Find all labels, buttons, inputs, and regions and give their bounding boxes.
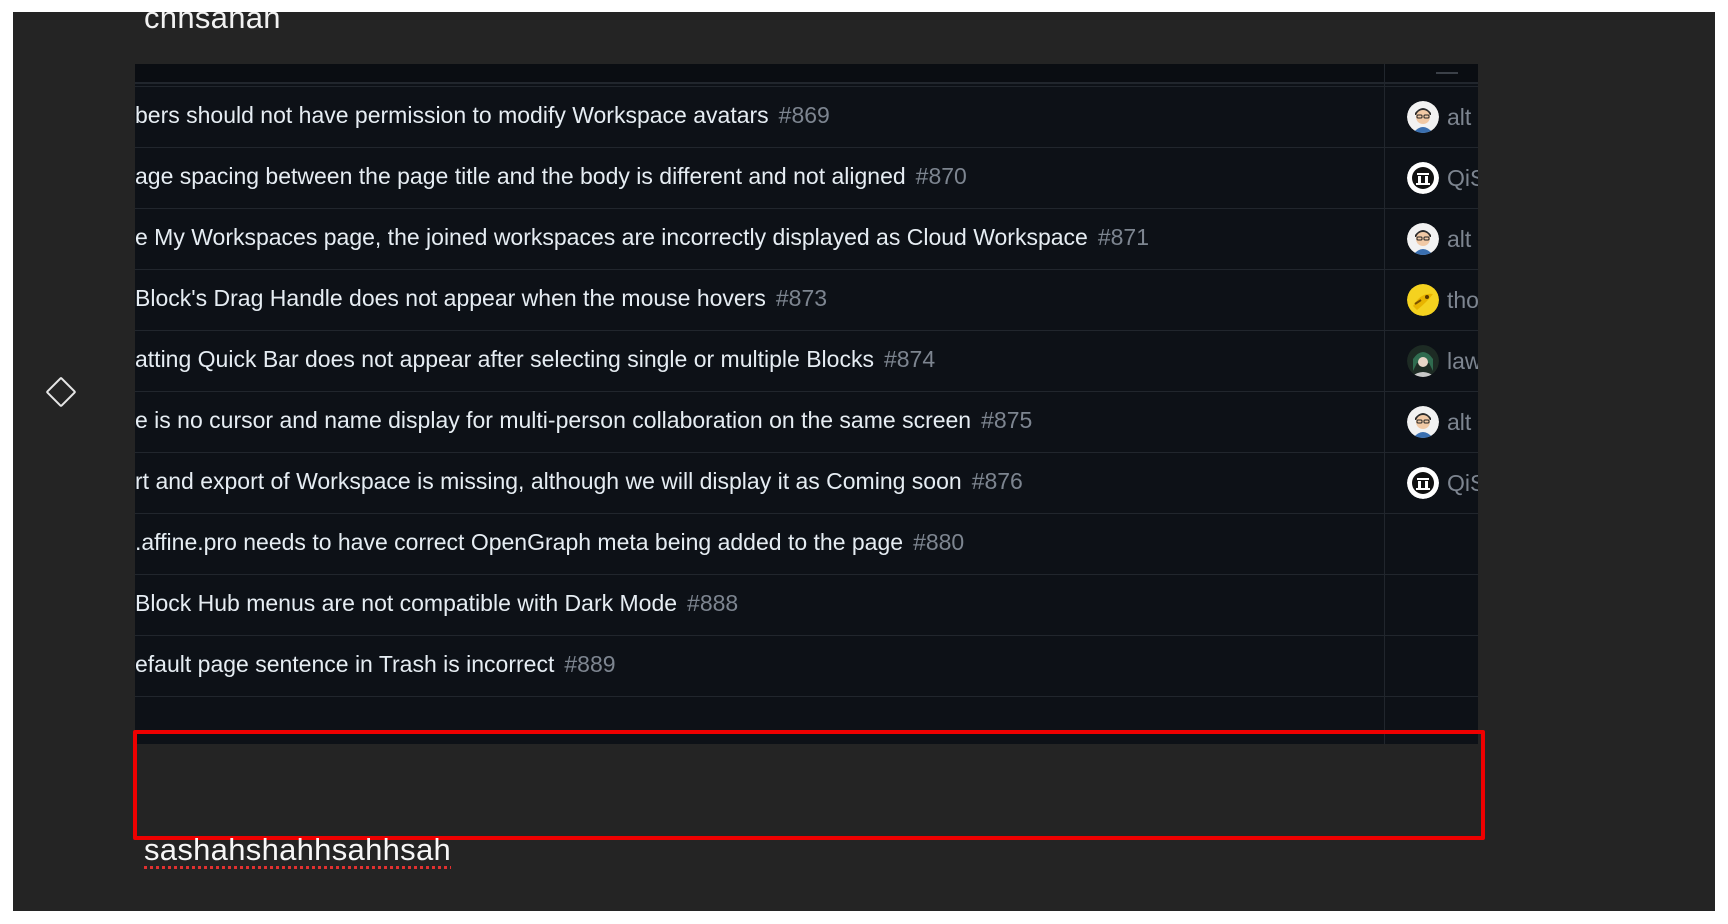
issue-title-link[interactable]: atting Quick Bar does not appear after s… [135, 346, 935, 373]
issue-title-text[interactable]: bers should not have permission to modif… [135, 102, 769, 128]
issue-table-header [135, 64, 1478, 84]
issue-title-text[interactable]: .affine.pro needs to have correct OpenGr… [135, 529, 903, 555]
issue-row[interactable]: .affine.pro needs to have correct OpenGr… [135, 513, 1478, 574]
issue-row[interactable]: efault page sentence in Trash is incorre… [135, 635, 1478, 696]
issue-title-link[interactable]: .affine.pro needs to have correct OpenGr… [135, 529, 964, 556]
issue-number[interactable]: #880 [913, 529, 964, 555]
issue-title-text[interactable]: rt and export of Workspace is missing, a… [135, 468, 962, 494]
issue-title-text[interactable]: Block Hub menus are not compatible with … [135, 590, 677, 616]
issue-number[interactable]: #870 [916, 163, 967, 189]
issue-title-link[interactable]: e My Workspaces page, the joined workspa… [135, 224, 1149, 251]
issue-number[interactable]: #874 [884, 346, 935, 372]
issue-assignee[interactable]: alt [1407, 222, 1471, 256]
assignee-name[interactable]: QiS [1447, 470, 1478, 497]
header-fragment [1436, 66, 1458, 74]
issue-title-link[interactable]: age spacing between the page title and t… [135, 163, 967, 190]
avatar-logo-badge-icon [1407, 162, 1439, 194]
issue-assignee[interactable]: alt [1407, 405, 1471, 439]
issue-row[interactable]: Block's Drag Handle does not appear when… [135, 269, 1478, 330]
embedded-issue-list: bers should not have permission to modif… [135, 64, 1478, 744]
issue-row[interactable]: e My Workspaces page, the joined workspa… [135, 208, 1478, 269]
issue-title-text[interactable]: age spacing between the page title and t… [135, 163, 906, 189]
issue-title-link[interactable]: Block's Drag Handle does not appear when… [135, 285, 827, 312]
issue-title-link[interactable]: Block Hub menus are not compatible with … [135, 590, 738, 617]
issue-number[interactable]: #888 [687, 590, 738, 616]
issue-title-link[interactable]: rt and export of Workspace is missing, a… [135, 468, 1023, 495]
issue-row[interactable]: e is no cursor and name display for mult… [135, 391, 1478, 452]
diamond-icon[interactable] [45, 376, 77, 408]
issue-title-text[interactable]: atting Quick Bar does not appear after s… [135, 346, 874, 372]
assignee-name[interactable]: alt [1447, 226, 1471, 253]
issue-title-text[interactable]: e is no cursor and name display for mult… [135, 407, 971, 433]
issue-title-link[interactable]: bers should not have permission to modif… [135, 102, 830, 129]
issue-number[interactable]: #875 [981, 407, 1032, 433]
avatar-glasses-man-icon [1407, 406, 1439, 438]
issue-title-text[interactable]: e My Workspaces page, the joined workspa… [135, 224, 1088, 250]
editor-text-block-top[interactable]: chhsahah [144, 12, 281, 36]
issue-row[interactable]: Block Hub menus are not compatible with … [135, 574, 1478, 635]
issue-row[interactable]: bers should not have permission to modif… [135, 86, 1478, 147]
avatar-logo-badge-icon [1407, 467, 1439, 499]
issue-title-text[interactable]: efault page sentence in Trash is incorre… [135, 651, 554, 677]
issue-assignee[interactable]: tho [1407, 283, 1478, 317]
issue-title-text[interactable]: Block's Drag Handle does not appear when… [135, 285, 766, 311]
selection-highlight-box [133, 730, 1485, 840]
editor-text-block-bottom[interactable]: sashahshahhsahhsah [144, 832, 451, 868]
assignee-name[interactable]: alt [1447, 104, 1471, 131]
issue-number[interactable]: #876 [972, 468, 1023, 494]
assignee-name[interactable]: law [1447, 348, 1478, 375]
issue-number[interactable]: #873 [776, 285, 827, 311]
issue-row[interactable]: atting Quick Bar does not appear after s… [135, 330, 1478, 391]
assignee-name[interactable]: alt [1447, 409, 1471, 436]
issue-title-link[interactable]: efault page sentence in Trash is incorre… [135, 651, 616, 678]
issue-title-link[interactable]: e is no cursor and name display for mult… [135, 407, 1032, 434]
editor-canvas: chhsahah bers should not have permission… [13, 12, 1715, 911]
issue-assignee[interactable]: QiS [1407, 466, 1478, 500]
avatar-glasses-man-icon [1407, 101, 1439, 133]
avatar-anime-character-icon [1407, 345, 1439, 377]
issue-row[interactable]: age spacing between the page title and t… [135, 147, 1478, 208]
issue-number[interactable]: #889 [564, 651, 615, 677]
issue-number[interactable]: #871 [1098, 224, 1149, 250]
issue-assignee[interactable]: law [1407, 344, 1478, 378]
issue-row[interactable]: rt and export of Workspace is missing, a… [135, 452, 1478, 513]
assignee-name[interactable]: tho [1447, 287, 1478, 314]
avatar-yellow-cartoon-icon [1407, 284, 1439, 316]
avatar-glasses-man-icon [1407, 223, 1439, 255]
issue-assignee[interactable]: QiS [1407, 161, 1478, 195]
issue-number[interactable]: #869 [779, 102, 830, 128]
assignee-name[interactable]: QiS [1447, 165, 1478, 192]
issue-assignee[interactable]: alt [1407, 100, 1471, 134]
